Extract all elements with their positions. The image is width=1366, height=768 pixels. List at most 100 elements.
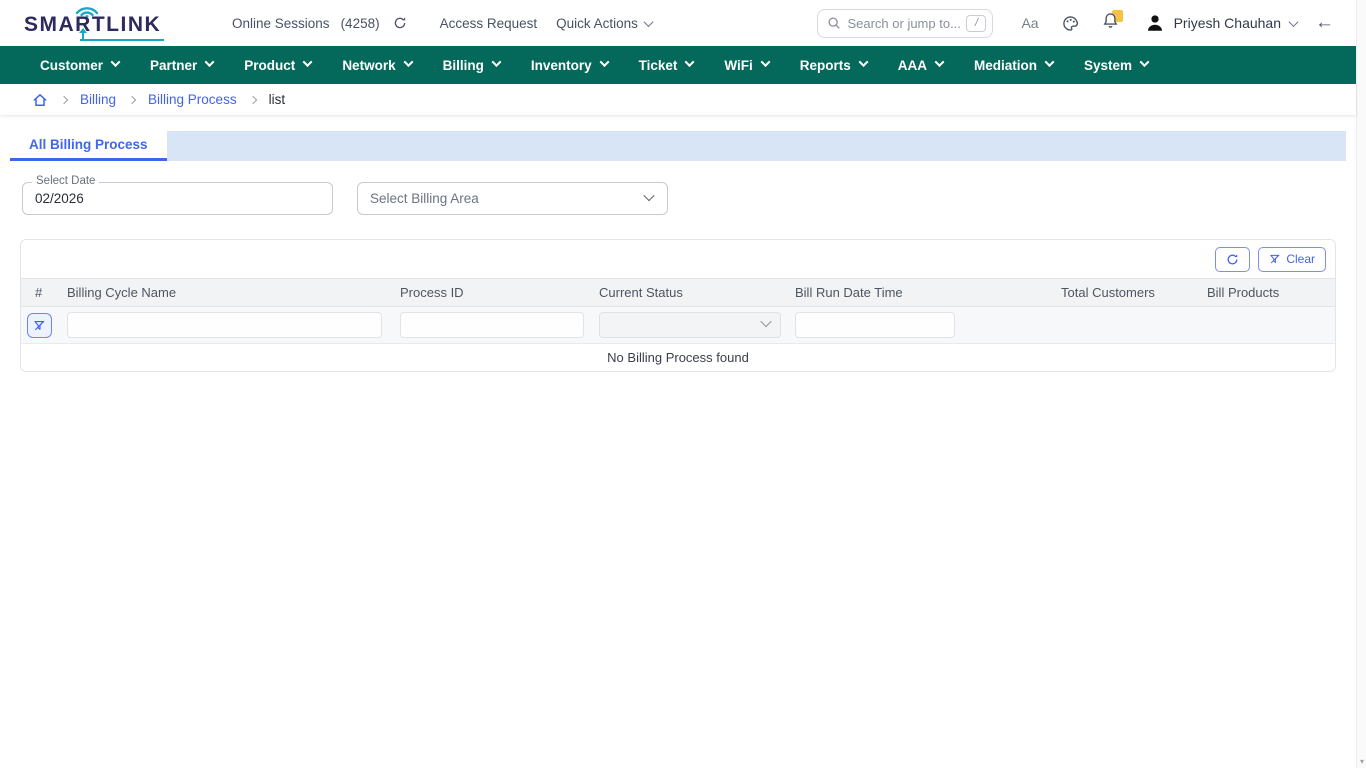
table-header-row: # Billing Cycle Name Process ID Current …	[21, 279, 1335, 307]
tab-bar: All Billing Process	[10, 131, 1346, 161]
refresh-icon	[1226, 253, 1239, 266]
clear-filters-button[interactable]: Clear	[1258, 247, 1326, 272]
page-scrollbar[interactable]: ▾	[1356, 0, 1366, 768]
notifications-bell[interactable]	[1102, 12, 1119, 34]
back-arrow-icon[interactable]: ←	[1315, 12, 1334, 34]
nav-item-inventory[interactable]: Inventory	[531, 58, 608, 73]
chevron-down-icon	[643, 17, 653, 27]
column-header-current-status: Current Status	[590, 279, 786, 307]
header-icon-group: Aa	[1021, 12, 1118, 34]
quick-actions-label: Quick Actions	[556, 16, 638, 31]
chevron-down-icon	[491, 57, 501, 67]
home-icon[interactable]	[32, 92, 48, 108]
main-navigation: Customer Partner Product Network Billing…	[0, 46, 1356, 84]
nav-item-reports[interactable]: Reports	[800, 58, 867, 73]
column-header-process-id: Process ID	[391, 279, 590, 307]
filter-bill-run-date-input[interactable]	[795, 312, 955, 338]
filter-form: Select Date Select Billing Area	[0, 161, 1356, 215]
chevron-down-icon	[205, 57, 215, 67]
search-icon	[827, 16, 841, 30]
quick-actions-menu[interactable]: Quick Actions	[556, 16, 652, 31]
search-shortcut-key: /	[966, 15, 986, 32]
chevron-down-icon	[685, 57, 695, 67]
refresh-sessions-icon[interactable]	[393, 16, 407, 30]
user-name: Priyesh Chauhan	[1174, 15, 1281, 31]
filter-off-icon	[1269, 253, 1281, 265]
select-date-input[interactable]	[35, 191, 315, 206]
app-page: SMARTLINK Online Sessions (4258) Access …	[0, 0, 1356, 372]
logo-underline	[80, 39, 164, 41]
filter-row	[21, 307, 1335, 344]
chevron-down-icon	[303, 57, 313, 67]
breadcrumb-billing[interactable]: Billing	[80, 92, 116, 107]
search-input[interactable]	[847, 16, 960, 31]
billing-process-table: # Billing Cycle Name Process ID Current …	[21, 278, 1335, 371]
billing-process-card: Clear # Billing Cycle Name Process ID Cu…	[20, 239, 1336, 372]
bell-icon	[1102, 12, 1119, 29]
filter-current-status-select[interactable]	[599, 312, 781, 338]
empty-state-message: No Billing Process found	[21, 344, 1335, 371]
nav-item-aaa[interactable]: AAA	[898, 58, 943, 73]
nav-item-customer[interactable]: Customer	[40, 58, 119, 73]
nav-item-system[interactable]: System	[1084, 58, 1148, 73]
select-date-label: Select Date	[32, 175, 99, 187]
chevron-down-icon	[935, 57, 945, 67]
filter-billing-cycle-name-input[interactable]	[67, 312, 382, 338]
billing-area-select[interactable]: Select Billing Area	[357, 182, 668, 215]
chevron-down-icon	[1045, 57, 1055, 67]
refresh-button[interactable]	[1215, 247, 1250, 272]
breadcrumb-separator	[248, 96, 256, 104]
user-avatar-icon	[1145, 13, 1165, 33]
smartlink-logo[interactable]: SMARTLINK	[24, 6, 166, 40]
table-toolbar: Clear	[21, 240, 1335, 278]
nav-item-ticket[interactable]: Ticket	[639, 58, 694, 73]
billing-area-placeholder: Select Billing Area	[370, 191, 479, 206]
breadcrumb-billing-process[interactable]: Billing Process	[148, 92, 237, 107]
nav-item-mediation[interactable]: Mediation	[974, 58, 1053, 73]
nav-item-partner[interactable]: Partner	[150, 58, 213, 73]
column-header-bill-products: Bill Products	[1198, 279, 1335, 307]
top-header: SMARTLINK Online Sessions (4258) Access …	[0, 0, 1356, 46]
online-sessions-label: Online Sessions	[232, 16, 330, 31]
column-header-billing-cycle-name: Billing Cycle Name	[58, 279, 391, 307]
breadcrumb-separator	[60, 96, 68, 104]
breadcrumb-separator	[128, 96, 136, 104]
access-request-label: Access Request	[440, 16, 538, 31]
online-sessions[interactable]: Online Sessions (4258)	[232, 16, 407, 31]
chevron-down-icon	[403, 57, 413, 67]
scrollbar-down-arrow[interactable]: ▾	[1358, 758, 1366, 766]
breadcrumb-current: list	[269, 92, 286, 107]
nav-item-wifi[interactable]: WiFi	[724, 58, 768, 73]
chevron-down-icon	[643, 190, 654, 201]
logo-text: SMARTLINK	[24, 13, 161, 37]
breadcrumb: Billing Billing Process list	[0, 84, 1356, 115]
user-menu[interactable]: Priyesh Chauhan	[1145, 13, 1297, 33]
chevron-down-icon	[760, 316, 771, 327]
chevron-down-icon	[760, 57, 770, 67]
chevron-down-icon	[111, 57, 121, 67]
toggle-filter-button[interactable]	[27, 313, 52, 338]
filter-empty-cell	[1052, 307, 1198, 344]
chevron-down-icon	[1140, 57, 1150, 67]
nav-item-network[interactable]: Network	[342, 58, 411, 73]
empty-state-row: No Billing Process found	[21, 344, 1335, 371]
column-header-bill-run-date-time: Bill Run Date Time	[786, 279, 1052, 307]
column-header-index: #	[21, 279, 58, 307]
font-size-toggle[interactable]: Aa	[1021, 15, 1038, 31]
online-sessions-count: (4258)	[341, 16, 380, 31]
chevron-down-icon	[1289, 17, 1299, 27]
global-search[interactable]: /	[817, 9, 993, 38]
filter-empty-cell	[1198, 307, 1335, 344]
top-links: Online Sessions (4258) Access Request Qu…	[232, 16, 652, 31]
access-request-link[interactable]: Access Request	[440, 16, 538, 31]
chevron-down-icon	[599, 57, 609, 67]
nav-item-billing[interactable]: Billing	[443, 58, 500, 73]
theme-palette-icon[interactable]	[1062, 15, 1079, 32]
nav-item-product[interactable]: Product	[244, 58, 311, 73]
clear-label: Clear	[1286, 252, 1315, 266]
select-date-field[interactable]: Select Date	[22, 182, 333, 215]
filter-off-icon	[33, 319, 46, 332]
chevron-down-icon	[858, 57, 868, 67]
filter-process-id-input[interactable]	[400, 312, 584, 338]
tab-all-billing-process[interactable]: All Billing Process	[10, 131, 167, 161]
